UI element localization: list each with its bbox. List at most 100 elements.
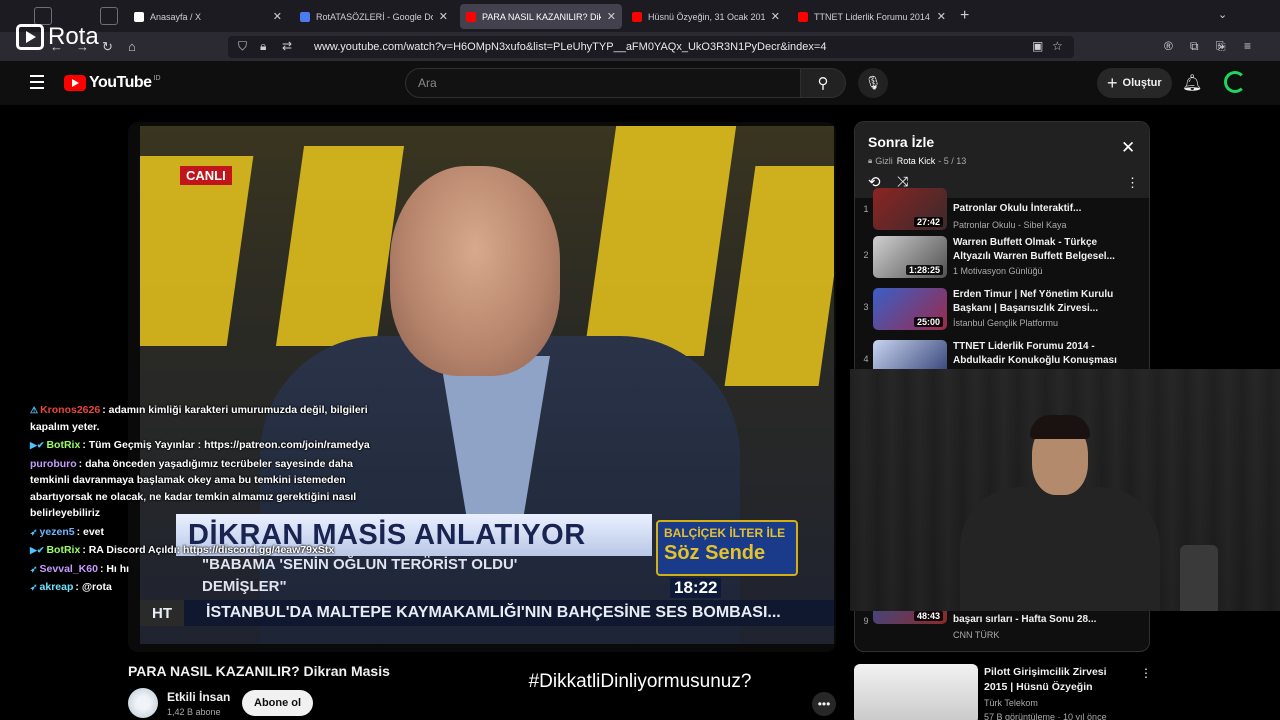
item-index: 1	[863, 204, 869, 214]
subscribe-button[interactable]: Abone ol	[242, 690, 314, 716]
youtube-play-icon	[64, 75, 86, 91]
item-index: 4	[863, 354, 869, 364]
chat-message: ➶ akreap: @rota	[30, 579, 370, 596]
search-button[interactable]: ⚲	[800, 68, 846, 98]
puzzle-icon[interactable]: ⧉	[1190, 39, 1199, 54]
tab-title: RotATASÖZLERİ - Google Dokü	[316, 11, 433, 22]
chat-username[interactable]: BotRix	[46, 439, 80, 451]
more-actions-icon[interactable]: •••	[812, 692, 836, 716]
browser-tab-bar: Anasayfa / X ✕ RotATASÖZLERİ - Google Do…	[0, 0, 1280, 33]
youtube-favicon-icon	[466, 11, 476, 22]
bookmark-star-icon[interactable]: ☆	[1052, 39, 1063, 53]
chat-username[interactable]: yezen5	[40, 526, 75, 538]
permissions-icon[interactable]: ⇄	[282, 39, 292, 53]
playlist-title[interactable]: Sonra İzle	[868, 134, 934, 150]
playlist-owner[interactable]: Rota Kick	[897, 156, 936, 166]
more-vertical-icon[interactable]: ⋮	[1140, 666, 1152, 680]
more-vertical-icon[interactable]: ⋮	[1126, 175, 1139, 191]
item-channel: 1 Motivasyon Günlüğü	[953, 266, 1043, 276]
chat-message: ⚠ Kronos2626: adamın kimliği karakteri um…	[30, 402, 370, 435]
url-text[interactable]: www.youtube.com/watch?v=H6OMpN3xufo&list…	[314, 41, 826, 53]
studio-backdrop-shape	[724, 166, 834, 386]
rota-logo-text: Rota	[48, 23, 99, 50]
notifications-bell-icon[interactable]: 🔔︎	[1182, 73, 1202, 93]
chat-username[interactable]: Sevval_K60	[40, 563, 98, 575]
item-thumbnail: 27:42	[873, 188, 947, 230]
chat-message: ▶✔ BotRix: RA Discord Açıldı: https://dis…	[30, 542, 370, 559]
chat-username[interactable]: Kronos2626	[40, 404, 100, 416]
playlist-item[interactable]: 3 25:00 Erden Timur | Nef Yönetim Kurulu…	[855, 288, 1149, 338]
close-tab-icon[interactable]: ✕	[937, 10, 946, 23]
channel-avatar[interactable]	[128, 688, 158, 718]
playlist-item[interactable]: 2 1:28:25 Warren Buffett Olmak - Türkçe …	[855, 236, 1149, 286]
chat-badge-icon: ⚠	[30, 405, 39, 415]
search-box[interactable]	[405, 68, 801, 98]
youtube-favicon-icon	[798, 11, 808, 22]
item-title: Erden Timur | Nef Yönetim Kurulu Başkanı…	[953, 289, 1114, 314]
menu-icon[interactable]: ≡	[1244, 39, 1251, 53]
chat-username[interactable]: puroburo	[30, 458, 77, 470]
close-icon[interactable]: ✕	[1121, 138, 1135, 158]
create-button[interactable]: + Oluştur	[1097, 68, 1172, 98]
streamer-hair	[1030, 415, 1090, 439]
item-duration: 25:00	[913, 317, 943, 327]
item-duration: 27:42	[913, 217, 943, 227]
chat-username[interactable]: akreap	[40, 581, 74, 593]
close-tab-icon[interactable]: ✕	[607, 10, 616, 23]
hamburger-menu-icon[interactable]	[30, 75, 44, 93]
chat-badge-icon: ➶	[30, 563, 38, 574]
ticker-text: İSTANBUL'DA MALTEPE KAYMAKAMLIĞI'NIN BAH…	[206, 604, 781, 621]
item-title: başarı sırları - Hafta Sonu 28...	[953, 614, 1097, 625]
docs-favicon-icon	[300, 11, 310, 22]
tab-title: Hüsnü Özyeğin, 31 Ocak 2017 F	[648, 11, 765, 22]
item-index: 3	[863, 302, 869, 312]
recommended-title: Pilott Girişimcilik Zirvesi 2015 | Hüsnü…	[984, 666, 1107, 693]
account-avatar[interactable]	[1224, 71, 1246, 93]
shield-icon[interactable]: ⛉	[238, 39, 247, 54]
chat-message: ➶ Sevval_K60: Hı hı	[30, 561, 370, 578]
close-tab-icon[interactable]: ✕	[439, 10, 448, 23]
show-logo-bottom: Söz Sende	[664, 542, 766, 564]
video-title: PARA NASIL KAZANILIR? Dikran Masis	[128, 663, 390, 679]
youtube-logo[interactable]: YouTube ID	[64, 74, 161, 92]
item-channel: İstanbul Gençlik Platformu	[953, 318, 1059, 328]
tab-list-icon[interactable]	[100, 7, 118, 25]
show-logo: BALÇİÇEK İLTER İLE Söz Sende	[656, 520, 798, 576]
subscriber-count: 1,42 B abone	[167, 707, 221, 717]
lock-icon[interactable]: 🔒︎	[260, 39, 266, 54]
country-code: ID	[153, 74, 161, 82]
url-bar[interactable]: ⛉ 🔒︎ ⇄ www.youtube.com/watch?v=H6OMpN3xu…	[228, 36, 1074, 58]
playlist-item[interactable]: 1 27:42 Patronlar Okulu İnteraktif... Pa…	[855, 188, 1149, 230]
chat-text: : RA Discord Açıldı: https://discord.gg/…	[82, 544, 335, 556]
reload-icon[interactable]: ↻	[102, 39, 113, 55]
extension-icon[interactable]: ®	[1164, 39, 1173, 53]
overflow-chevrons-icon[interactable]: »	[1218, 39, 1225, 53]
item-title: Patronlar Okulu İnteraktif...	[953, 203, 1082, 214]
playlist-item[interactable]: 9 48:43 başarı sırları - Hafta Sonu 28..…	[855, 594, 1149, 648]
show-logo-top: BALÇİÇEK İLTER İLE	[664, 526, 786, 540]
recommended-meta: 57 B görüntüleme · 10 yıl önce	[984, 712, 1107, 720]
close-tab-icon[interactable]: ✕	[273, 10, 282, 23]
chat-message: puroburo: daha önceden yaşadığımız tecrü…	[30, 456, 370, 522]
picture-in-picture-icon[interactable]: ▣	[1032, 39, 1043, 53]
search-input[interactable]	[418, 76, 778, 90]
browser-tab-husnu[interactable]: Hüsnü Özyeğin, 31 Ocak 2017 F ✕	[626, 4, 786, 29]
home-icon[interactable]: ⌂	[128, 39, 136, 54]
plus-icon: +	[1107, 72, 1118, 93]
browser-tab-active-video[interactable]: PARA NASIL KAZANILIR? Dikra ✕	[460, 4, 622, 29]
channel-name[interactable]: Etkili İnsan	[167, 690, 230, 704]
recommended-video[interactable]: Pilott Girişimcilik Zirvesi 2015 | Hüsnü…	[854, 664, 1154, 720]
chat-username[interactable]: BotRix	[46, 544, 80, 556]
chevron-down-icon[interactable]: ⌄	[1218, 8, 1227, 21]
new-tab-icon[interactable]: +	[960, 7, 969, 25]
recommended-channel: Türk Telekom	[984, 698, 1038, 708]
browser-tab-docs[interactable]: RotATASÖZLERİ - Google Dokü ✕	[294, 4, 454, 29]
item-duration: 1:28:25	[905, 265, 943, 275]
stream-chat-overlay: ⚠ Kronos2626: adamın kimliği karakteri um…	[30, 402, 370, 598]
browser-tab-x[interactable]: Anasayfa / X ✕	[128, 4, 288, 29]
lock-icon: 🔒︎	[868, 156, 873, 165]
voice-search-button[interactable]: 🎙︎	[858, 68, 888, 98]
close-tab-icon[interactable]: ✕	[771, 10, 780, 23]
browser-tab-ttnet[interactable]: TTNET Liderlik Forumu 2014 - A ✕	[792, 4, 952, 29]
tab-title: TTNET Liderlik Forumu 2014 - A	[814, 11, 931, 22]
